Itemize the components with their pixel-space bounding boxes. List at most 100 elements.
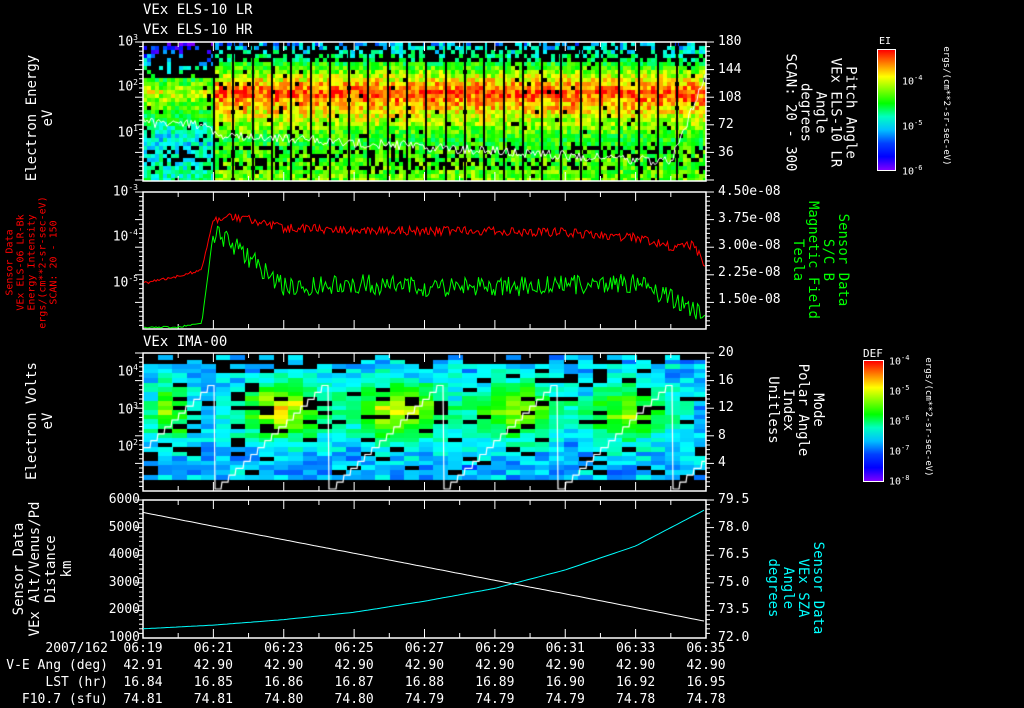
annotation-value: 42.90 (264, 658, 304, 673)
y2-tick-label: 20 (718, 345, 734, 360)
tick-exponent: -5 (128, 274, 138, 283)
y2-tick-label: 16 (718, 372, 734, 388)
def-colorbar (863, 360, 884, 482)
tick-exponent: -4 (128, 228, 138, 237)
tick-base: 10 (889, 356, 902, 368)
annotation-value: 16.85 (193, 675, 233, 690)
tick-exponent: -3 (128, 183, 138, 192)
tick-base: 10 (889, 386, 902, 398)
annotation-value: 16.90 (545, 675, 585, 690)
ylabel-line: SCAN: 20 - 150 (48, 220, 60, 305)
ylabel-line: Distance (43, 535, 59, 603)
annotation-value: 06:29 (475, 641, 515, 656)
y2label-line: VEx SZA (795, 558, 811, 618)
tick-exponent: -8 (901, 474, 910, 482)
def-colorbar-tick: 10-5 (889, 384, 909, 397)
y2label-line: Index (780, 388, 796, 432)
ylabel-line: Sensor Data (4, 229, 16, 296)
annotation-value: 74.78 (686, 692, 726, 707)
y2label-line: S/C B (820, 238, 836, 282)
tick-base: 10 (117, 34, 134, 50)
panel-frame (142, 41, 707, 182)
y2-tick-label: 144 (718, 61, 742, 77)
ylabel-line: eV (40, 412, 56, 430)
annotation-value: 42.90 (334, 658, 374, 673)
def-colorbar-units: ergs/(cm**2-sr-sec-eV) (923, 357, 933, 477)
annotation-value: 06:21 (193, 641, 233, 656)
y2-tick-label: 108 (718, 89, 742, 105)
y2-tick-label: 72.0 (718, 630, 750, 645)
ylabel-line: Electron Volts (24, 362, 40, 481)
annotation-value: 16.92 (616, 675, 656, 690)
y-tick-label: 1000 (108, 630, 140, 645)
y2label-line: degrees (797, 82, 814, 142)
y2label-line: VEx ELS-10 LR (827, 57, 844, 168)
y-tick-label: 10-5 (113, 274, 138, 290)
tick-exponent: -5 (914, 119, 923, 127)
y2-tick-label: 3.75e-08 (718, 211, 781, 226)
y2-tick-label: 78.0 (718, 519, 750, 535)
def-colorbar-tick: 10-7 (889, 444, 909, 457)
y2-tick-label: 180 (718, 34, 742, 49)
tick-base: 10 (117, 364, 134, 380)
annotation-value: 74.79 (475, 692, 515, 707)
y2-tick-label: 8 (718, 427, 726, 443)
panel3-ylabel: Electron Volts eV (24, 351, 56, 491)
y2label-line: Sensor Data (835, 213, 851, 307)
annotation-value: 74.78 (616, 692, 656, 707)
tick-exponent: 3 (133, 33, 138, 42)
ylabel-line: Electron Energy (24, 54, 40, 182)
tick-base: 10 (117, 79, 134, 95)
tick-exponent: 2 (133, 78, 138, 87)
y2-tick-label: 36 (718, 145, 734, 161)
annotation-value: 06:31 (545, 641, 585, 656)
tick-base: 10 (889, 416, 902, 428)
y2-tick-label: 72 (718, 117, 734, 133)
annotation-value: 74.79 (545, 692, 585, 707)
y2-tick-label: 76.5 (718, 547, 750, 563)
annotation-value: 06:25 (334, 641, 374, 656)
y-tick-label: 104 (118, 363, 138, 379)
y2label-line: degrees (765, 558, 781, 618)
ei-colorbar-units: ergs/(cm**2-sr-sec-eV) (941, 46, 951, 166)
tick-base: 10 (902, 76, 915, 88)
y-tick-label: 4000 (108, 547, 140, 563)
distance-line (142, 511, 705, 622)
sza-line (142, 509, 705, 630)
tick-base: 10 (117, 402, 134, 418)
y2label-line: Angle (780, 566, 796, 610)
annotation-row-label: V-E Ang (deg) (6, 658, 108, 673)
tick-base: 10 (889, 446, 902, 458)
panel3-y2label: Mode Polar Angle Index Unitless (765, 350, 826, 470)
annotation-value: 74.81 (193, 692, 233, 707)
annotation-value: 16.87 (334, 675, 374, 690)
energy-intensity-line (143, 213, 706, 285)
panel-frame (142, 352, 707, 492)
ylabel-line: Sensor Data (11, 522, 27, 616)
y2label-line: Pitch Angle (842, 66, 859, 159)
y2label-line: Magnetic Field (805, 200, 821, 319)
tick-exponent: 3 (133, 401, 138, 410)
def-colorbar-tick: 10-6 (889, 414, 909, 427)
y2label-line: Angle (812, 91, 829, 134)
y2-tick-label: 4 (718, 455, 726, 471)
def-colorbar-tick: 10-4 (889, 354, 909, 367)
def-colorbar-tick: 10-8 (889, 474, 909, 487)
annotation-value: 74.80 (334, 692, 374, 707)
annotation-value: 06:23 (264, 641, 304, 656)
tick-base: 10 (112, 275, 129, 291)
y-tick-label: 102 (118, 78, 138, 94)
y2label-line: Mode (810, 393, 826, 427)
def-colorbar-title: DEF (863, 347, 883, 360)
ei-colorbar (877, 49, 896, 171)
tick-base: 10 (117, 125, 134, 141)
annotation-value: 42.90 (475, 658, 515, 673)
y2-tick-label: 73.5 (718, 602, 750, 618)
tick-exponent: -5 (901, 384, 910, 392)
y-tick-label: 102 (118, 438, 138, 454)
ei-colorbar-title: EI (879, 36, 892, 47)
annotation-value: 42.90 (545, 658, 585, 673)
tick-base: 10 (889, 476, 902, 488)
y-tick-label: 10-4 (113, 228, 138, 244)
tick-exponent: 2 (133, 438, 138, 447)
